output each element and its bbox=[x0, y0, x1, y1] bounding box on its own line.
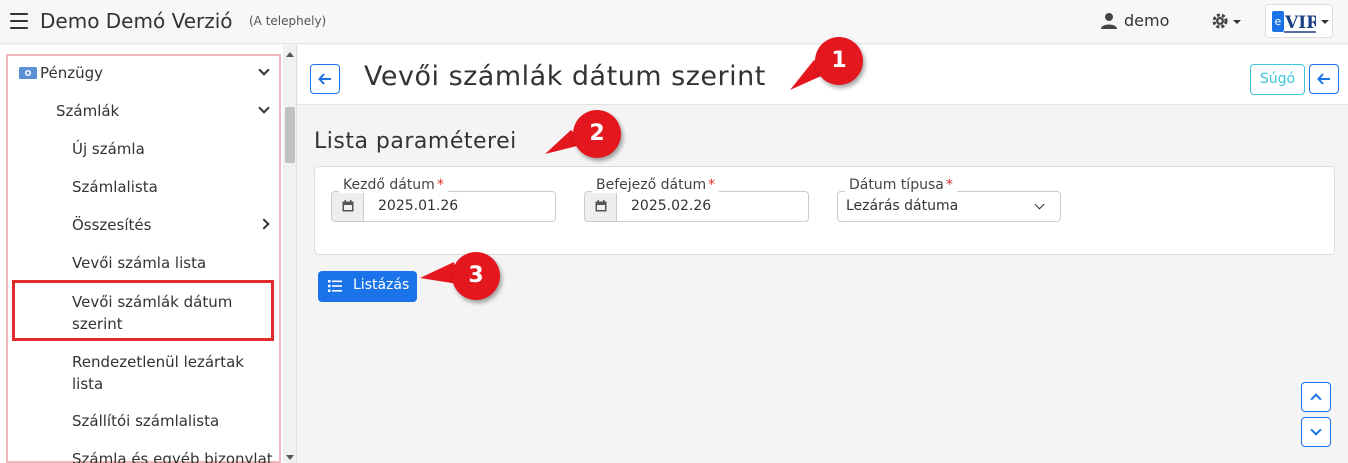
sidebar-item-penzugy[interactable]: Pénzügy bbox=[40, 64, 296, 82]
caret-down-icon[interactable] bbox=[1321, 20, 1329, 24]
money-icon bbox=[19, 67, 37, 79]
sidebar-scrollbar[interactable] bbox=[283, 45, 296, 463]
callout-2: 2 bbox=[573, 110, 621, 158]
sidebar-item-rendezetlenul-lezartak[interactable]: Rendezetlenül lezártak lista bbox=[72, 351, 262, 395]
date-type-value: Lezárás dátuma bbox=[846, 198, 959, 214]
arrow-left-icon bbox=[1317, 73, 1330, 85]
end-date-label: Befejező dátum * bbox=[592, 177, 720, 193]
evir-logo: e VIR bbox=[1272, 11, 1316, 33]
top-bar: Demo Demó Verzió (A telephely) demo e VI… bbox=[0, 0, 1348, 44]
arrow-left-icon bbox=[318, 73, 331, 85]
scroll-down-arrow-icon[interactable] bbox=[286, 455, 294, 460]
callout-1: 1 bbox=[815, 37, 863, 85]
start-date-value: 2025.01.26 bbox=[378, 198, 459, 214]
scroll-up-arrow-icon[interactable] bbox=[286, 52, 294, 57]
menu-icon[interactable] bbox=[10, 13, 28, 29]
app-title: Demo Demó Verzió bbox=[40, 9, 233, 33]
date-type-label: Dátum típusa * bbox=[845, 177, 957, 193]
list-button-label: Listázás bbox=[353, 277, 410, 293]
user-icon[interactable] bbox=[1100, 12, 1118, 30]
sidebar-item-vevoi-szamlak-datum-szerint[interactable]: Vevői számlák dátum szerint bbox=[72, 291, 242, 335]
sidebar-item-uj-szamla[interactable]: Új számla bbox=[72, 140, 296, 158]
start-date-label: Kezdő dátum * bbox=[339, 177, 448, 193]
scroll-top-button[interactable] bbox=[1301, 382, 1331, 412]
app-subtitle: (A telephely) bbox=[249, 14, 327, 28]
end-date-field[interactable]: 2025.02.26 bbox=[584, 191, 809, 222]
page-title: Vevői számlák dátum szerint bbox=[364, 61, 766, 92]
end-date-value: 2025.02.26 bbox=[631, 198, 712, 214]
chevron-down-icon bbox=[1034, 199, 1045, 210]
list-icon bbox=[328, 280, 342, 292]
sidebar-item-szamla-egyeb-bizonylat[interactable]: Számla és egyéb bizonylat bbox=[72, 450, 296, 463]
calendar-icon[interactable] bbox=[332, 192, 364, 221]
scroll-thumb[interactable] bbox=[285, 107, 295, 163]
calendar-icon[interactable] bbox=[585, 192, 617, 221]
chevron-down-icon bbox=[1310, 424, 1322, 436]
sidebar: Pénzügy Számlák Új számla Számlalista Ös… bbox=[0, 45, 297, 463]
gear-icon[interactable] bbox=[1211, 12, 1229, 30]
callout-3: 3 bbox=[452, 252, 500, 300]
logo-menu[interactable]: e VIR bbox=[1265, 4, 1333, 38]
date-type-select[interactable]: Lezárás dátuma bbox=[837, 191, 1061, 222]
list-button[interactable]: Listázás bbox=[318, 271, 417, 302]
caret-down-icon[interactable] bbox=[1233, 20, 1241, 24]
svg-text:e: e bbox=[1275, 15, 1282, 28]
user-name[interactable]: demo bbox=[1124, 11, 1169, 30]
chevron-up-icon bbox=[1310, 393, 1322, 405]
help-button[interactable]: Súgó bbox=[1250, 64, 1305, 95]
start-date-field[interactable]: 2025.01.26 bbox=[331, 191, 556, 222]
sidebar-item-szallitoi-szamlalista[interactable]: Szállítói számlalista bbox=[72, 412, 296, 430]
section-title: Lista paraméterei bbox=[314, 129, 517, 154]
back-button[interactable] bbox=[310, 64, 340, 94]
sidebar-item-vevoi-szamla-lista[interactable]: Vevői számla lista bbox=[72, 254, 296, 272]
scroll-bottom-button[interactable] bbox=[1301, 417, 1331, 447]
sidebar-item-szamlalista[interactable]: Számlalista bbox=[72, 178, 296, 196]
svg-text:VIR: VIR bbox=[1284, 13, 1316, 33]
back-button-right[interactable] bbox=[1309, 64, 1339, 94]
